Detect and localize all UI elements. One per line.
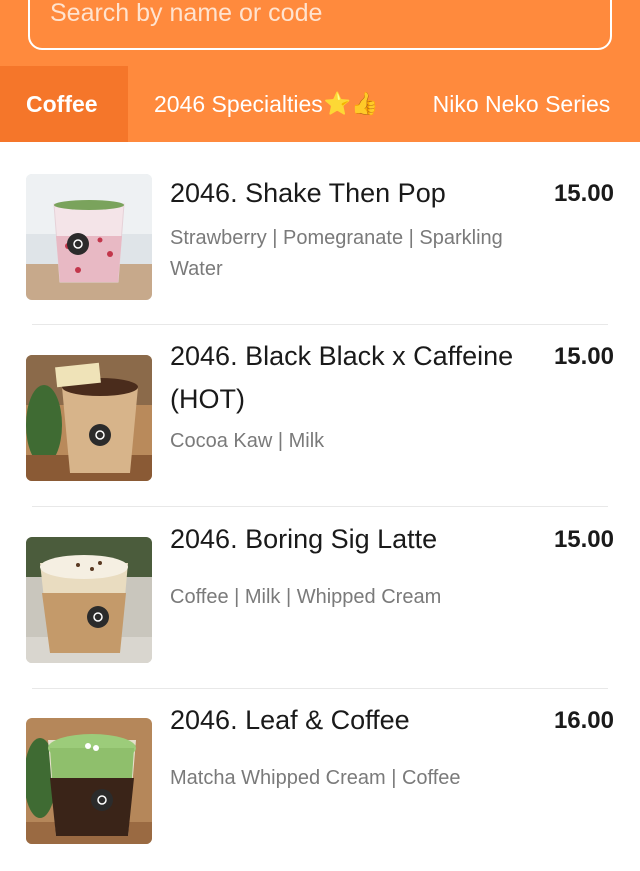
tab-label: Coffee xyxy=(26,90,98,117)
product-description: Coffee | Milk | Whipped Cream xyxy=(170,586,442,608)
product-name: 2046. Leaf & Coffee xyxy=(170,705,410,735)
tab-2046-specialties[interactable]: 2046 Specialties ⭐👍 xyxy=(128,66,379,142)
app-header: Search by name or code Coffee 2046 Speci… xyxy=(0,0,640,142)
product-price: 15.00 xyxy=(553,180,614,207)
product-price: 15.00 xyxy=(553,526,614,553)
tab-niko-neko-series[interactable]: Niko Neko Series xyxy=(379,66,611,142)
tab-coffee[interactable]: Coffee xyxy=(0,66,128,142)
cocoa-hot-cup-image xyxy=(26,355,152,481)
product-item[interactable]: 2046. Leaf & Coffee Matcha Whipped Cream… xyxy=(0,689,640,871)
product-item[interactable]: 2046. Black Black x Caffeine (HOT) Cocoa… xyxy=(0,325,640,507)
tab-label: 2046 Specialties xyxy=(154,90,323,117)
search-placeholder: Search by name or code xyxy=(50,0,323,27)
product-item[interactable]: 2046. Boring Sig Latte Coffee | Milk | W… xyxy=(0,507,640,689)
category-tabs: Coffee 2046 Specialties ⭐👍 Niko Neko Ser… xyxy=(0,66,640,142)
product-description: Cocoa Kaw | Milk xyxy=(170,430,325,452)
product-name: 2046. Shake Then Pop xyxy=(170,178,446,208)
product-price: 15.00 xyxy=(553,343,614,370)
tab-label: Niko Neko Series xyxy=(432,90,611,117)
matcha-coffee-image xyxy=(26,718,152,844)
product-description: Strawberry | Pomegranate | Sparkling Wat… xyxy=(170,227,503,280)
latte-cup-image xyxy=(26,537,152,663)
star-thumbs-up-icon: ⭐👍 xyxy=(323,91,379,116)
search-input[interactable]: Search by name or code xyxy=(28,0,612,50)
strawberry-drink-image xyxy=(26,174,152,300)
product-name: 2046. Boring Sig Latte xyxy=(170,524,438,554)
product-price: 16.00 xyxy=(553,707,614,734)
product-description: Matcha Whipped Cream | Coffee xyxy=(170,767,461,789)
product-name: 2046. Black Black x Caffeine (HOT) xyxy=(170,341,514,414)
product-item[interactable]: 2046. Shake Then Pop Strawberry | Pomegr… xyxy=(0,142,640,324)
